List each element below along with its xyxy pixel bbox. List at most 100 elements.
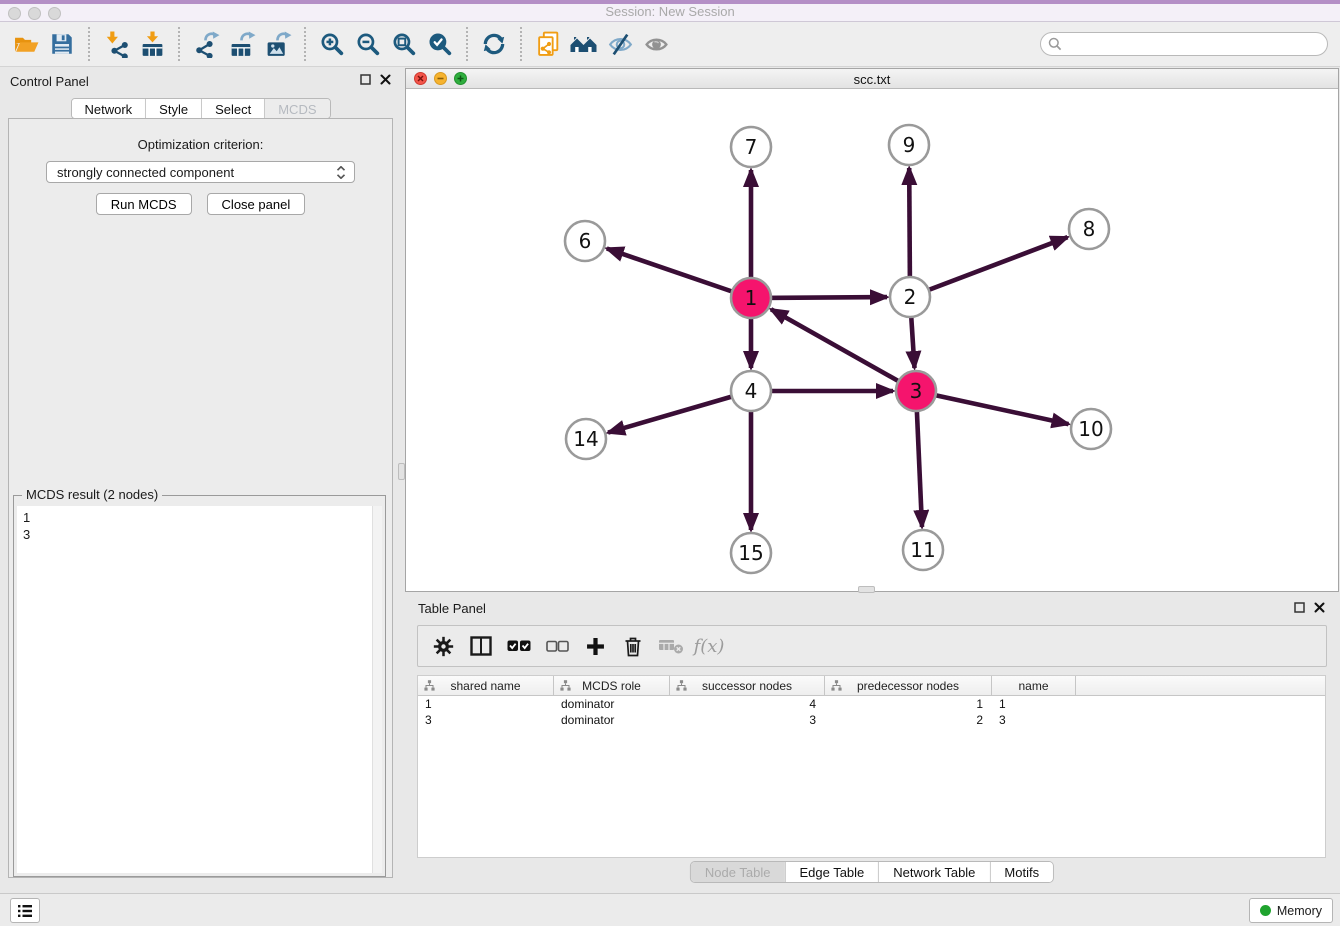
table-cell[interactable]: dominator <box>554 712 670 728</box>
criterion-select[interactable]: strongly connected component <box>46 161 355 183</box>
float-table-panel-icon[interactable] <box>1294 602 1305 613</box>
graph-node-4[interactable]: 4 <box>731 371 771 411</box>
mcds-result-item[interactable]: 1 <box>17 506 382 526</box>
graph-node-9[interactable]: 9 <box>889 125 929 165</box>
svg-text:4: 4 <box>745 379 758 403</box>
close-table-panel-icon[interactable] <box>1314 602 1325 613</box>
export-image-icon[interactable] <box>260 26 296 62</box>
zoom-fit-icon[interactable] <box>386 26 422 62</box>
table-cell[interactable]: 3 <box>418 712 554 728</box>
zoom-in-icon[interactable] <box>314 26 350 62</box>
main-toolbar <box>0 22 1340 67</box>
search-icon <box>1048 37 1062 51</box>
tab-select[interactable]: Select <box>201 99 264 118</box>
mcds-result-group: MCDS result (2 nodes) 13 <box>13 495 386 877</box>
network-title: scc.txt <box>406 72 1338 87</box>
close-panel-button[interactable]: Close panel <box>207 193 306 215</box>
graph-node-2[interactable]: 2 <box>890 277 930 317</box>
scrollbar-track[interactable] <box>372 506 382 873</box>
delete-column-icon[interactable] <box>617 630 649 662</box>
float-panel-icon[interactable] <box>360 74 371 85</box>
mcds-result-item[interactable]: 3 <box>17 526 382 543</box>
task-list-icon <box>17 904 33 918</box>
splitter-grip-vertical[interactable] <box>398 463 405 480</box>
graph-node-15[interactable]: 15 <box>731 533 771 573</box>
svg-text:1: 1 <box>745 286 758 310</box>
export-table-icon[interactable] <box>224 26 260 62</box>
splitter-grip-horizontal[interactable] <box>858 586 875 593</box>
memory-status-icon <box>1260 905 1271 916</box>
toolbar-separator <box>520 27 522 61</box>
tab-node-table[interactable]: Node Table <box>691 862 785 882</box>
network-canvas[interactable]: 7 9 6 8 1 2 4 3 14 10 15 11 <box>406 89 1338 591</box>
graph-edge-3-1[interactable] <box>771 309 916 391</box>
graph-node-14[interactable]: 14 <box>566 419 606 459</box>
table-panel: Table Panel <box>405 595 1339 890</box>
tab-mcds[interactable]: MCDS <box>264 99 329 118</box>
table-cell[interactable]: 1 <box>418 696 554 712</box>
zoom-selected-icon[interactable] <box>422 26 458 62</box>
tab-edge-table[interactable]: Edge Table <box>784 862 878 882</box>
table-cell[interactable]: 1 <box>825 696 992 712</box>
clone-network-icon[interactable] <box>530 26 566 62</box>
export-network-icon[interactable] <box>188 26 224 62</box>
graph-edge-4-14[interactable] <box>608 391 751 433</box>
import-network-icon[interactable] <box>98 26 134 62</box>
table-row[interactable]: 1dominator411 <box>418 696 1325 712</box>
run-mcds-button[interactable]: Run MCDS <box>96 193 192 215</box>
table-cell[interactable]: 2 <box>825 712 992 728</box>
tab-style[interactable]: Style <box>145 99 201 118</box>
zoom-out-icon[interactable] <box>350 26 386 62</box>
graph-node-3[interactable]: 3 <box>896 371 936 411</box>
table-cell[interactable]: 3 <box>992 712 1076 728</box>
table-row[interactable]: 3dominator323 <box>418 712 1325 728</box>
table-cell[interactable]: 4 <box>670 696 825 712</box>
open-session-icon[interactable] <box>8 26 44 62</box>
graph-node-6[interactable]: 6 <box>565 221 605 261</box>
graph-edge-2-8[interactable] <box>910 237 1068 297</box>
show-neighbors-icon[interactable] <box>566 26 602 62</box>
app-titlebar: Session: New Session <box>0 0 1340 22</box>
table-cell[interactable]: 3 <box>670 712 825 728</box>
add-column-icon[interactable] <box>579 630 611 662</box>
import-table-icon[interactable] <box>134 26 170 62</box>
table-cell[interactable]: dominator <box>554 696 670 712</box>
apply-layout-icon[interactable] <box>476 26 512 62</box>
tab-network-table[interactable]: Network Table <box>878 862 989 882</box>
task-history-button[interactable] <box>10 898 40 923</box>
graph-node-11[interactable]: 11 <box>903 530 943 570</box>
graph-node-8[interactable]: 8 <box>1069 209 1109 249</box>
column-header-mcds-role[interactable]: MCDS role <box>554 676 670 695</box>
memory-button[interactable]: Memory <box>1249 898 1333 923</box>
close-panel-icon[interactable] <box>380 74 391 85</box>
svg-text:9: 9 <box>903 133 916 157</box>
column-header-predecessor-nodes[interactable]: predecessor nodes <box>825 676 992 695</box>
network-window-titlebar[interactable]: scc.txt <box>406 69 1338 89</box>
graph-node-1[interactable]: 1 <box>731 278 771 318</box>
tab-motifs[interactable]: Motifs <box>989 862 1053 882</box>
graph-node-10[interactable]: 10 <box>1071 409 1111 449</box>
deselect-all-icon[interactable] <box>541 630 573 662</box>
select-all-icon[interactable] <box>503 630 535 662</box>
column-header-shared-name[interactable]: shared name <box>418 676 554 695</box>
table-cell[interactable]: 1 <box>992 696 1076 712</box>
workspace: Control Panel NetworkStyleSelectMCDS Opt… <box>0 67 1340 893</box>
graph-edge-1-6[interactable] <box>607 249 751 299</box>
mcds-panel: Optimization criterion: strongly connect… <box>8 118 393 878</box>
search-input[interactable] <box>1040 32 1328 56</box>
network-view-window: scc.txt 7 9 6 8 1 2 4 3 14 10 15 11 <box>405 68 1339 592</box>
hide-selected-icon[interactable] <box>602 26 638 62</box>
column-header-name[interactable]: name <box>992 676 1076 695</box>
tab-network[interactable]: Network <box>71 99 145 118</box>
column-header-successor-nodes[interactable]: successor nodes <box>670 676 825 695</box>
delete-table-icon <box>655 630 687 662</box>
show-columns-icon[interactable] <box>465 630 497 662</box>
graph-node-7[interactable]: 7 <box>731 127 771 167</box>
column-header-filler <box>1076 676 1325 695</box>
graph-edge-3-10[interactable] <box>916 391 1069 424</box>
control-panel-title: Control Panel <box>10 74 89 89</box>
save-session-icon[interactable] <box>44 26 80 62</box>
window-title: Session: New Session <box>0 4 1340 19</box>
table-settings-icon[interactable] <box>427 630 459 662</box>
mcds-result-list[interactable]: 13 <box>17 506 382 873</box>
